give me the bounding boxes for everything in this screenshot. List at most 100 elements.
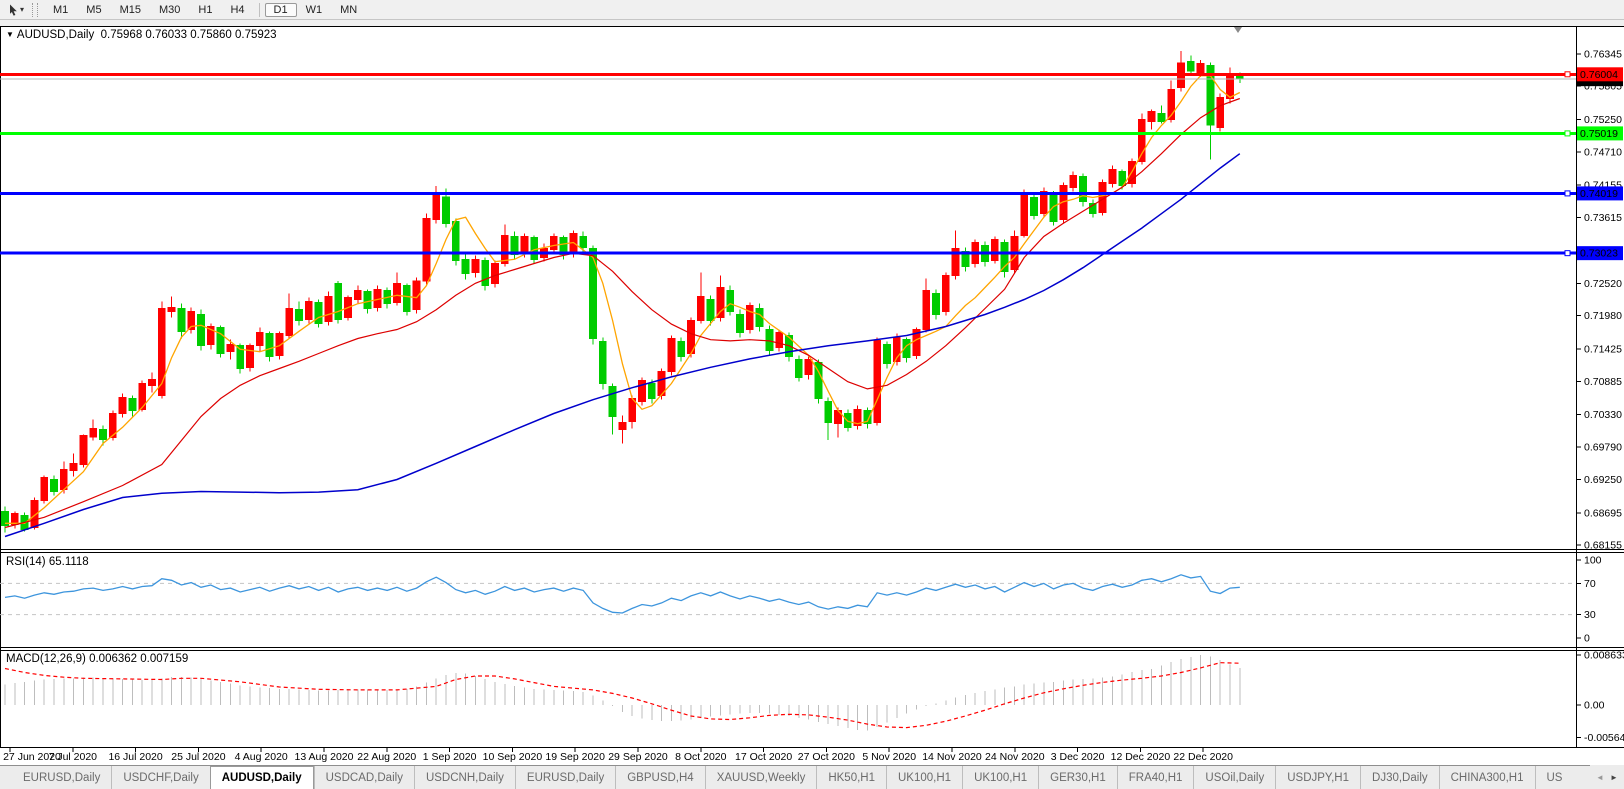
price-tick-label: 0.69250 bbox=[1584, 474, 1622, 486]
timeframe-button-M5[interactable]: M5 bbox=[77, 3, 110, 17]
date-tick-label: 10 Sep 2020 bbox=[483, 751, 543, 763]
chart-tab-gbpusd-h4[interactable]: GBPUSD,H4 bbox=[615, 766, 704, 789]
hline-handle[interactable] bbox=[1564, 130, 1571, 137]
candle bbox=[932, 293, 940, 316]
timeframe-button-H1[interactable]: H1 bbox=[189, 3, 221, 17]
candle bbox=[1108, 168, 1117, 185]
chart-tab-dj30-daily[interactable]: DJ30,Daily bbox=[1360, 766, 1439, 789]
candle bbox=[40, 477, 49, 502]
tab-scroll-left-icon[interactable]: ◄ bbox=[1596, 773, 1604, 782]
macd-main-value: 0.006362 bbox=[89, 653, 138, 665]
candle bbox=[50, 479, 58, 493]
candle bbox=[647, 383, 656, 400]
chart-tab-hk50-h1[interactable]: HK50,H1 bbox=[816, 766, 886, 789]
price-tick-label: 0.71980 bbox=[1584, 310, 1622, 322]
candle bbox=[491, 263, 499, 284]
candle bbox=[334, 282, 343, 320]
candle bbox=[598, 341, 607, 385]
chart-tab-usdcnh-daily[interactable]: USDCNH,Daily bbox=[413, 766, 515, 789]
chart-tab-uk100-h1[interactable]: UK100,H1 bbox=[886, 766, 962, 789]
hline-handle[interactable] bbox=[1564, 250, 1571, 257]
candle bbox=[89, 428, 98, 438]
macd-axis-label: 0.008633 bbox=[1584, 649, 1624, 661]
candle bbox=[804, 359, 813, 376]
chart-canvas[interactable]: 100 70 30 0 0.008633 0.00 -0.005641 0.76345 0.75… bbox=[0, 0, 1624, 765]
chart-cursor-tool-button[interactable]: ▾ bbox=[4, 1, 28, 18]
date-tick-label: 3 Dec 2020 bbox=[1051, 751, 1105, 763]
candle bbox=[618, 422, 627, 431]
chart-tab-eurusd-daily[interactable]: EURUSD,Daily bbox=[514, 766, 615, 789]
candle bbox=[363, 291, 372, 310]
timeframe-button-H4[interactable]: H4 bbox=[221, 3, 253, 17]
chart-tab-china300-h1[interactable]: CHINA300,H1 bbox=[1438, 766, 1535, 789]
timeframe-button-W1[interactable]: W1 bbox=[297, 3, 332, 17]
candle bbox=[216, 327, 225, 355]
price-badge-label: 0.74019 bbox=[1580, 188, 1618, 200]
candle bbox=[922, 290, 931, 331]
toolbar-separator bbox=[258, 2, 260, 17]
rsi-axis-label: 30 bbox=[1584, 609, 1596, 621]
main-price-pane[interactable] bbox=[0, 26, 1576, 550]
candle bbox=[393, 282, 401, 304]
chart-tab-xauusd-weekly[interactable]: XAUUSD,Weekly bbox=[704, 766, 817, 789]
price-tick-label: 0.75250 bbox=[1584, 114, 1622, 126]
chart-tab-eurusd-daily[interactable]: EURUSD,Daily bbox=[12, 766, 111, 789]
chart-tab-usoil-daily[interactable]: USOil,Daily bbox=[1193, 766, 1275, 789]
candle bbox=[226, 344, 235, 353]
candle bbox=[255, 332, 264, 347]
rsi-pane[interactable] bbox=[0, 553, 1576, 647]
tab-scroll-right-icon[interactable]: ► bbox=[1610, 773, 1618, 782]
rsi-value: 65.1118 bbox=[48, 556, 89, 568]
timeframe-button-MN[interactable]: MN bbox=[331, 3, 366, 17]
price-badge-label: 0.76004 bbox=[1580, 69, 1618, 81]
candle bbox=[471, 258, 480, 274]
chevron-down-icon[interactable]: ▾ bbox=[20, 5, 24, 14]
quote-close: 0.75923 bbox=[234, 29, 277, 41]
chart-tab-usdchf-daily[interactable]: USDCHF,Daily bbox=[111, 766, 209, 789]
candle bbox=[295, 309, 303, 322]
candle bbox=[304, 300, 313, 320]
hline-handle[interactable] bbox=[1564, 71, 1571, 78]
symbol-dropdown-icon[interactable]: ▼ bbox=[6, 30, 14, 39]
chart-symbol-label: AUDUSD,Daily bbox=[16, 29, 95, 41]
candle bbox=[1020, 194, 1029, 236]
timeframe-button-M1[interactable]: M1 bbox=[44, 3, 77, 17]
date-tick-label: 8 Oct 2020 bbox=[675, 751, 727, 763]
macd-signal-value: 0.007159 bbox=[140, 653, 189, 665]
date-tick-label: 13 Aug 2020 bbox=[295, 751, 354, 763]
chart-tab-us[interactable]: US bbox=[1534, 766, 1574, 789]
quote-open: 0.75968 bbox=[100, 29, 143, 41]
candle bbox=[1147, 111, 1156, 122]
date-tick-label: 12 Dec 2020 bbox=[1111, 751, 1171, 763]
date-tick-label: 5 Nov 2020 bbox=[862, 751, 916, 763]
cursor-icon bbox=[8, 4, 18, 16]
macd-pane[interactable] bbox=[0, 651, 1576, 747]
candle bbox=[873, 339, 882, 424]
candle bbox=[197, 314, 205, 347]
timeframe-button-M15[interactable]: M15 bbox=[111, 3, 150, 17]
candle bbox=[177, 308, 186, 332]
chart-tab-ger30-h1[interactable]: GER30,H1 bbox=[1038, 766, 1117, 789]
candle bbox=[1137, 119, 1146, 163]
candle bbox=[1216, 96, 1225, 128]
chart-tab-uk100-h1[interactable]: UK100,H1 bbox=[962, 766, 1038, 789]
chart-tab-audusd-daily[interactable]: AUDUSD,Daily bbox=[209, 766, 314, 789]
date-tick-label: 1 Sep 2020 bbox=[423, 751, 477, 763]
chart-tab-fra40-h1[interactable]: FRA40,H1 bbox=[1116, 766, 1194, 789]
timeframe-button-D1[interactable]: D1 bbox=[264, 2, 297, 17]
date-tick-label: 4 Aug 2020 bbox=[235, 751, 288, 763]
hline-handle[interactable] bbox=[1564, 190, 1571, 197]
rsi-axis-label: 100 bbox=[1584, 555, 1602, 567]
candle bbox=[79, 435, 88, 466]
candle bbox=[314, 302, 323, 325]
price-tick-label: 0.74710 bbox=[1584, 146, 1622, 158]
chart-tab-usdcad-daily[interactable]: USDCAD,Daily bbox=[313, 766, 414, 789]
candle bbox=[736, 314, 744, 334]
candle bbox=[667, 338, 676, 373]
candle bbox=[432, 195, 441, 221]
candle bbox=[265, 333, 274, 358]
quote-low: 0.75860 bbox=[190, 29, 232, 41]
candle bbox=[726, 290, 735, 313]
chart-tab-usdjpy-h1[interactable]: USDJPY,H1 bbox=[1275, 766, 1360, 789]
timeframe-button-M30[interactable]: M30 bbox=[150, 3, 189, 17]
